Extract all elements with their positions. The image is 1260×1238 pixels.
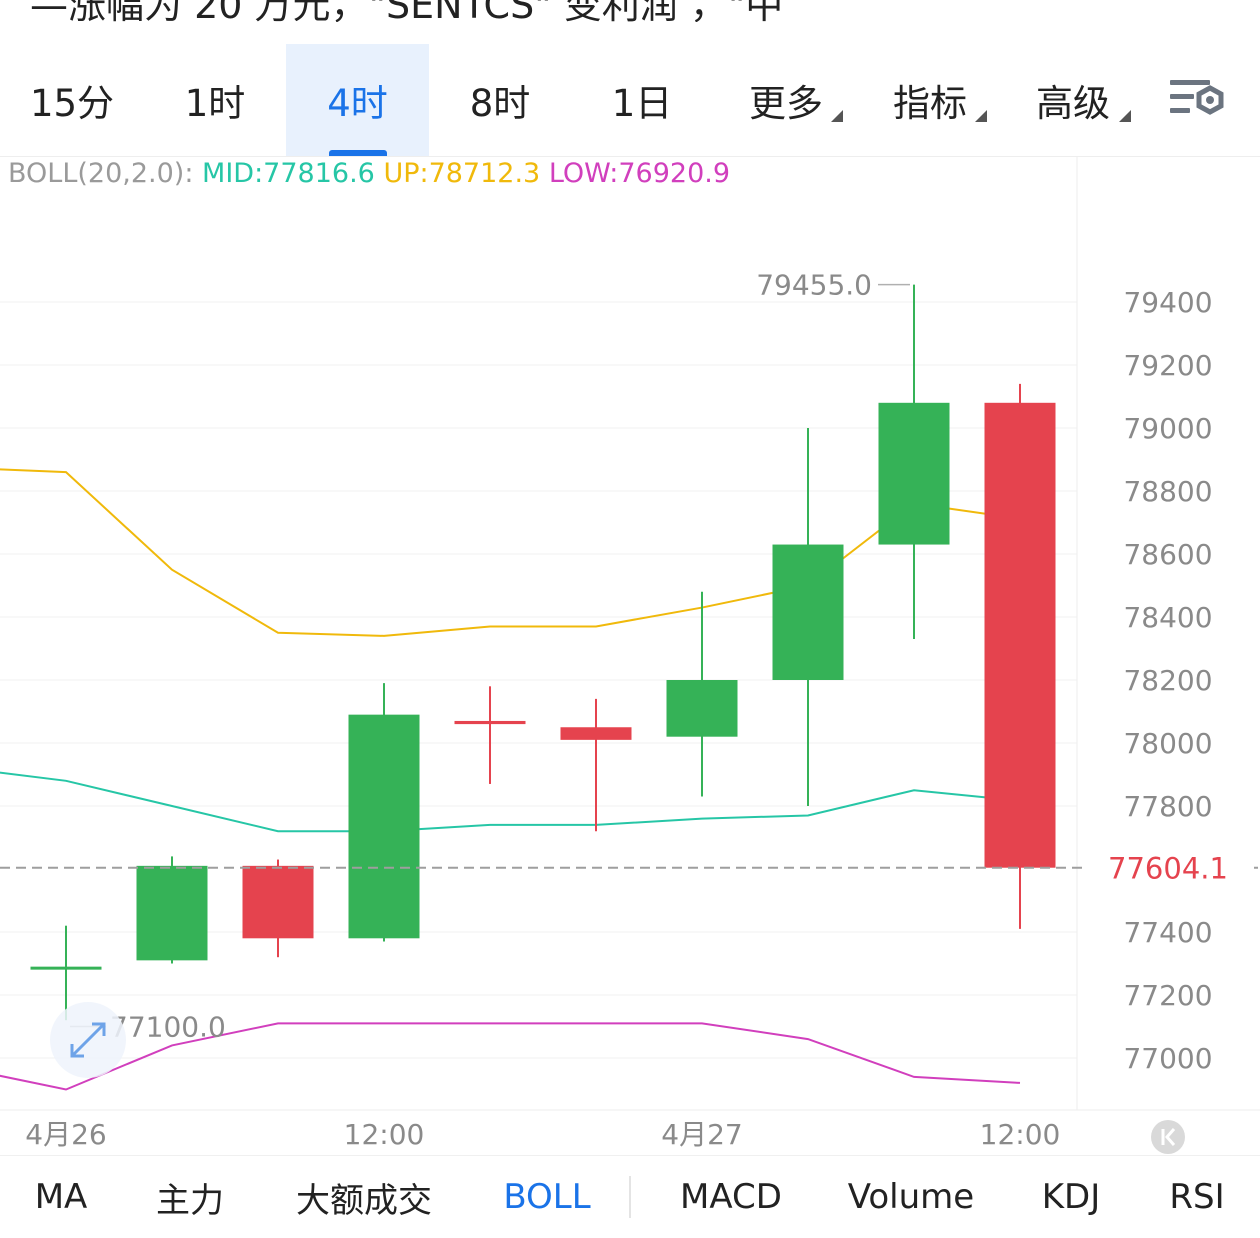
candlestick-chart[interactable]: 79400 79200 79000 78800 78600 78400 78200 78000…: [0, 0, 1260, 1155]
y-tick-label: 79400: [1123, 286, 1212, 319]
y-tick-label: 78200: [1123, 664, 1212, 697]
candle-body: [878, 402, 950, 545]
candle-body: [242, 865, 314, 939]
x-tick-label: 12:00: [980, 1118, 1061, 1151]
y-tick-label: 77800: [1123, 790, 1212, 823]
indicator-volume[interactable]: Volume: [822, 1156, 1000, 1238]
x-tick-label: 4月26: [25, 1118, 106, 1151]
candle-body: [560, 727, 632, 740]
candle-body: [666, 680, 738, 737]
y-tick-label: 79000: [1123, 412, 1212, 445]
max-price-label: 79455.0: [756, 269, 872, 302]
y-tick-label: 78800: [1123, 475, 1212, 508]
indicator-boll[interactable]: BOLL: [470, 1156, 624, 1238]
min-price-label: 77100.0: [110, 1011, 226, 1044]
y-tick-label: 78000: [1123, 727, 1212, 760]
indicator-rsi[interactable]: RSI: [1142, 1156, 1252, 1238]
indicator-kdj[interactable]: KDJ: [1000, 1156, 1142, 1238]
last-price-label: 77604.1: [1108, 852, 1228, 886]
x-tick-label: 4月27: [661, 1118, 742, 1151]
y-tick-label: 77000: [1123, 1042, 1212, 1075]
divider: [629, 1176, 631, 1218]
candle-body: [136, 865, 208, 961]
indicator-large-trades[interactable]: 大额成交: [258, 1156, 470, 1238]
candle-body: [984, 402, 1056, 868]
boll-mid-line: [0, 771, 1021, 833]
y-tick-label: 77400: [1123, 916, 1212, 949]
indicator-tabs: MA 主力 大额成交 BOLL MACD Volume KDJ RSI: [0, 1155, 1260, 1238]
candle-body: [454, 720, 526, 725]
boll-up-line: [0, 468, 1021, 637]
x-tick-label: 12:00: [344, 1118, 425, 1151]
indicator-ma[interactable]: MA: [0, 1156, 122, 1238]
candle-body: [772, 544, 844, 680]
y-tick-label: 79200: [1123, 349, 1212, 382]
y-tick-label: 78600: [1123, 538, 1212, 571]
indicator-main-force[interactable]: 主力: [122, 1156, 258, 1238]
y-tick-label: 78400: [1123, 601, 1212, 634]
y-tick-label: 77200: [1123, 979, 1212, 1012]
candle-body: [30, 966, 102, 970]
indicator-macd[interactable]: MACD: [640, 1156, 822, 1238]
candle-body: [348, 714, 420, 939]
